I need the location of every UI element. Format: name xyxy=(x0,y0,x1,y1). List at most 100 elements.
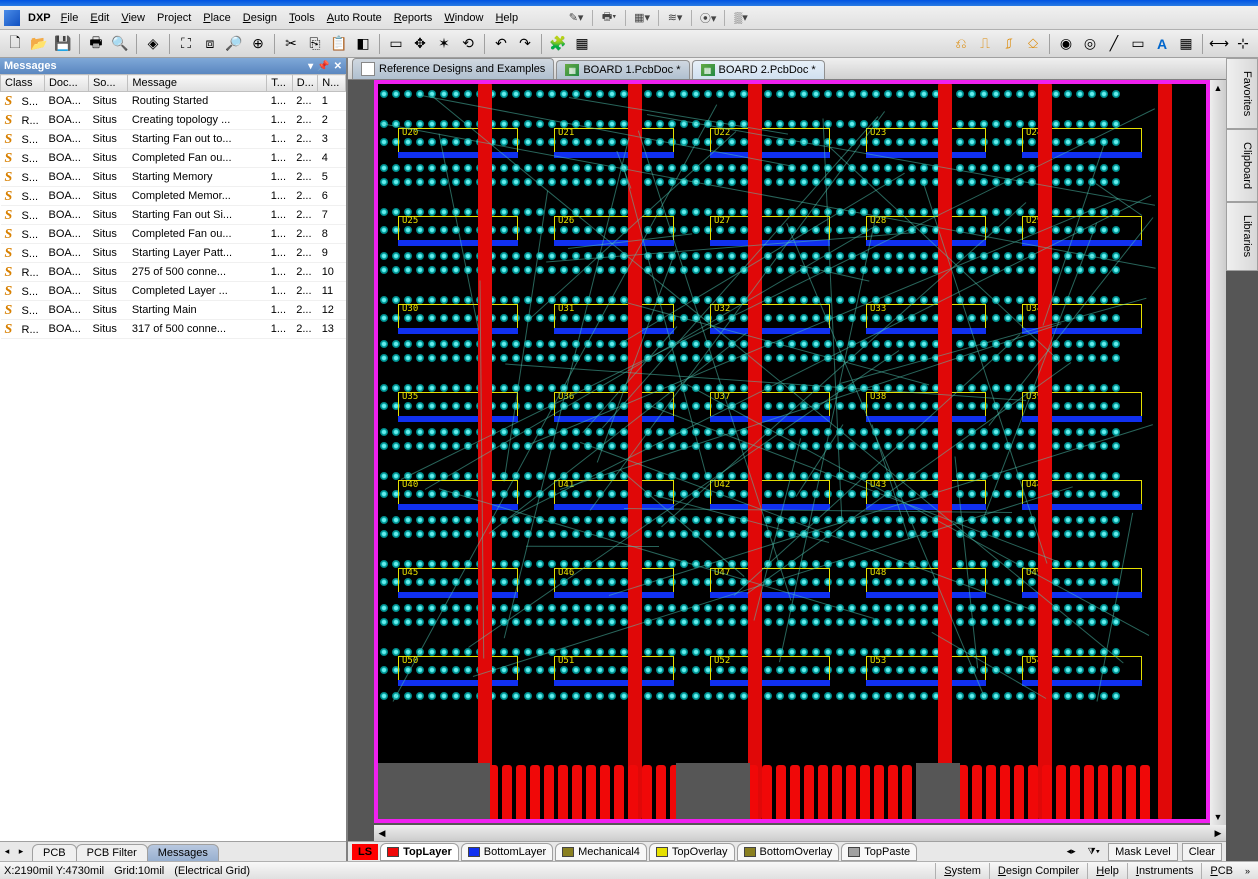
layer-tab-mechanical4[interactable]: Mechanical4 xyxy=(555,843,647,861)
qt-target-icon[interactable]: ⦿▾ xyxy=(698,9,718,27)
pcb-canvas[interactable]: U20U21U22U23U24U25U26U27U28U29U30U31U32U… xyxy=(374,80,1210,823)
sidebar-tab-messages[interactable]: Messages xyxy=(147,844,219,862)
layer-tab-toppaste[interactable]: TopPaste xyxy=(841,843,917,861)
msg-header-5[interactable]: D... xyxy=(292,75,317,92)
scroll-right-icon[interactable]: ▶ xyxy=(1210,825,1226,841)
message-row[interactable]: S S...BOA...SitusStarting Fan out Si...1… xyxy=(1,206,346,225)
tool-components-icon[interactable]: ▦ xyxy=(571,33,593,55)
menu-autoroute[interactable]: Auto Route xyxy=(321,9,388,27)
qt-grid-icon[interactable]: ▒▾ xyxy=(731,9,751,27)
tool-via-icon[interactable]: ◎ xyxy=(1079,33,1101,55)
tool-array-icon[interactable]: ▦ xyxy=(1175,33,1197,55)
menu-reports[interactable]: Reports xyxy=(388,9,439,27)
status-more-icon[interactable]: » xyxy=(1241,866,1254,876)
tool-origin-icon[interactable]: ⊹ xyxy=(1232,33,1254,55)
tool-trace3-icon[interactable]: ⎎ xyxy=(998,33,1020,55)
doc-tab-board1[interactable]: ▦BOARD 1.PcbDoc * xyxy=(556,60,689,79)
menu-edit[interactable]: Edit xyxy=(84,9,115,27)
tool-open-icon[interactable]: 📂 xyxy=(28,33,50,55)
tool-cut-icon[interactable]: ✂ xyxy=(280,33,302,55)
tool-paste-icon[interactable]: 📋 xyxy=(328,33,350,55)
menu-file[interactable]: File xyxy=(55,9,85,27)
menu-help[interactable]: Help xyxy=(489,9,524,27)
tool-trace4-icon[interactable]: ⎐ xyxy=(1022,33,1044,55)
status-tab-instruments[interactable]: Instruments xyxy=(1127,863,1201,879)
menu-window[interactable]: Window xyxy=(438,9,489,27)
tool-new-icon[interactable]: 🗋 xyxy=(4,33,26,55)
tool-copy-icon[interactable]: ⎘ xyxy=(304,33,326,55)
tool-undo-icon[interactable]: ↶ xyxy=(490,33,512,55)
tool-redo-icon[interactable]: ↷ xyxy=(514,33,536,55)
tool-pad-icon[interactable]: ◉ xyxy=(1055,33,1077,55)
message-row[interactable]: S S...BOA...SitusStarting Main1...2...12 xyxy=(1,301,346,320)
layer-tab-bottomoverlay[interactable]: BottomOverlay xyxy=(737,843,840,861)
sidebar-tab-pcbfilter[interactable]: PCB Filter xyxy=(76,844,148,862)
status-tab-help[interactable]: Help xyxy=(1087,863,1127,879)
menu-design[interactable]: Design xyxy=(237,9,283,27)
message-row[interactable]: S S...BOA...SitusStarting Fan out to...1… xyxy=(1,130,346,149)
status-tab-pcb[interactable]: PCB xyxy=(1201,863,1241,879)
tool-line-icon[interactable]: ╱ xyxy=(1103,33,1125,55)
tool-zoomsel-icon[interactable]: ⛶ xyxy=(175,33,197,55)
mask-level-button[interactable]: Mask Level xyxy=(1108,843,1178,861)
tool-dim-icon[interactable]: ⟷ xyxy=(1208,33,1230,55)
message-row[interactable]: S S...BOA...SitusCompleted Fan ou...1...… xyxy=(1,225,346,244)
pcb-viewport[interactable]: U20U21U22U23U24U25U26U27U28U29U30U31U32U… xyxy=(348,80,1226,825)
panel-close-icon[interactable]: ✕ xyxy=(334,61,342,72)
tool-rect2-icon[interactable]: ▭ xyxy=(1127,33,1149,55)
qt-print-icon[interactable]: 🖶▾ xyxy=(599,9,619,27)
panel-menu-icon[interactable]: ▾ xyxy=(308,61,313,72)
message-row[interactable]: S S...BOA...SitusStarting Memory1...2...… xyxy=(1,168,346,187)
tool-layers2-icon[interactable]: ◈ xyxy=(142,33,164,55)
message-row[interactable]: S R...BOA...SitusCreating topology ...1.… xyxy=(1,111,346,130)
tool-browse-icon[interactable]: 🧩 xyxy=(547,33,569,55)
doc-tab-board2[interactable]: ▦BOARD 2.PcbDoc * xyxy=(692,60,825,79)
tool-stamp-icon[interactable]: ◧ xyxy=(352,33,374,55)
tool-desel-icon[interactable]: ✶ xyxy=(433,33,455,55)
tool-zoomarea-icon[interactable]: ⧈ xyxy=(199,33,221,55)
msg-header-0[interactable]: Class xyxy=(1,75,45,92)
tool-text-icon[interactable]: A xyxy=(1151,33,1173,55)
doc-tab-refdesigns[interactable]: Reference Designs and Examples xyxy=(352,58,554,79)
scroll-down-icon[interactable]: ▼ xyxy=(1210,809,1226,825)
tool-zoomfit-icon[interactable]: 🔎 xyxy=(223,33,245,55)
sidebar-tab-pcb[interactable]: PCB xyxy=(32,844,77,862)
tool-print-icon[interactable]: 🖶 xyxy=(85,33,107,55)
sidetab-right-icon[interactable]: ▸ xyxy=(14,845,28,859)
message-row[interactable]: S S...BOA...SitusStarting Layer Patt...1… xyxy=(1,244,346,263)
msg-header-6[interactable]: N... xyxy=(318,75,346,92)
sidetab-left-icon[interactable]: ◂ xyxy=(0,845,14,859)
status-tab-system[interactable]: System xyxy=(935,863,989,879)
layertab-opts-icon[interactable]: ⧩▾ xyxy=(1084,846,1104,857)
msg-header-1[interactable]: Doc... xyxy=(44,75,88,92)
rpane-clipboard[interactable]: Clipboard xyxy=(1226,129,1258,202)
qt-route-icon[interactable]: ≋▾ xyxy=(665,9,685,27)
message-row[interactable]: S S...BOA...SitusCompleted Layer ...1...… xyxy=(1,282,346,301)
layer-set-indicator[interactable]: LS xyxy=(352,844,378,860)
msg-header-4[interactable]: T... xyxy=(267,75,292,92)
tool-zoomin-icon[interactable]: ⊕ xyxy=(247,33,269,55)
menu-view[interactable]: View xyxy=(115,9,151,27)
menu-place[interactable]: Place xyxy=(197,9,237,27)
messages-table[interactable]: ClassDoc...So...MessageT...D...N... S S.… xyxy=(0,74,346,841)
scroll-left-icon[interactable]: ◀ xyxy=(374,825,390,841)
message-row[interactable]: S S...BOA...SitusRouting Started1...2...… xyxy=(1,92,346,111)
message-row[interactable]: S R...BOA...Situs275 of 500 conne...1...… xyxy=(1,263,346,282)
layer-tab-topoverlay[interactable]: TopOverlay xyxy=(649,843,735,861)
layer-tab-toplayer[interactable]: TopLayer xyxy=(380,843,459,861)
vertical-scrollbar[interactable]: ▲ ▼ xyxy=(1210,80,1226,825)
msg-header-3[interactable]: Message xyxy=(128,75,267,92)
panel-pin-icon[interactable]: 📌 xyxy=(317,61,329,72)
menu-project[interactable]: Project xyxy=(151,9,197,27)
message-row[interactable]: S S...BOA...SitusCompleted Memor...1...2… xyxy=(1,187,346,206)
tool-save-icon[interactable]: 💾 xyxy=(52,33,74,55)
tool-clear-icon[interactable]: ⟲ xyxy=(457,33,479,55)
rpane-libraries[interactable]: Libraries xyxy=(1226,202,1258,270)
message-row[interactable]: S R...BOA...Situs317 of 500 conne...1...… xyxy=(1,320,346,339)
qt-layers-icon[interactable]: ▦▾ xyxy=(632,9,652,27)
layer-tab-bottomlayer[interactable]: BottomLayer xyxy=(461,843,553,861)
message-row[interactable]: S S...BOA...SitusCompleted Fan ou...1...… xyxy=(1,149,346,168)
horizontal-scrollbar[interactable]: ◀ ▶ xyxy=(374,825,1226,841)
qt-brush-icon[interactable]: ✎▾ xyxy=(566,9,586,27)
msg-header-2[interactable]: So... xyxy=(88,75,127,92)
